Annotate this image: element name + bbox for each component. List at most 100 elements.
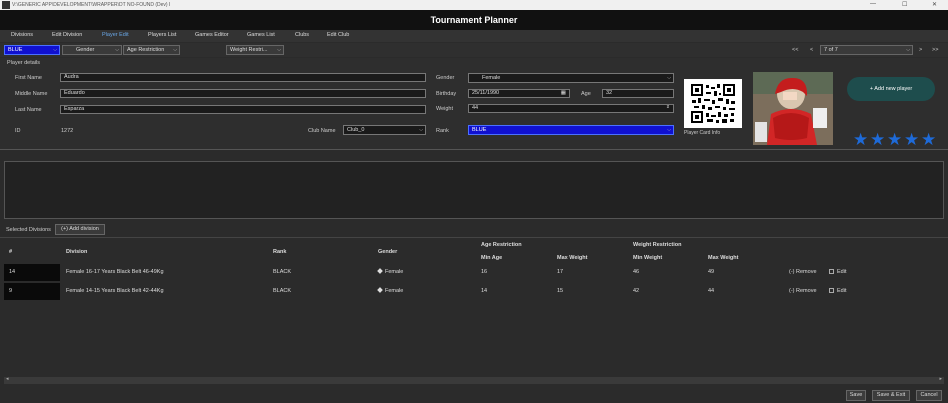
chevron-down-icon: ⌵ <box>419 127 423 133</box>
chevron-down-icon: ⌵ <box>173 47 177 53</box>
row-max-age: 15 <box>557 288 564 294</box>
column-min-weight-header: Min Weight <box>633 255 663 261</box>
notes-area[interactable] <box>4 161 944 219</box>
rank-filter-dropdown[interactable]: BLUE ⌵ <box>4 45 60 55</box>
weight-filter-value: Weight Restri... <box>230 47 268 53</box>
page-value: 7 of 7 <box>824 47 838 53</box>
first-name-label: First Name <box>15 75 42 81</box>
player-card-label: Player Card Info <box>684 130 721 136</box>
star-icon[interactable]: ★ <box>887 131 902 148</box>
page-select[interactable]: 7 of 7 ⌵ <box>820 45 913 55</box>
club-name-label: Club Name <box>308 128 336 134</box>
table-row[interactable]: 9 Female 14-15 Years Black Belt 42-44Kg … <box>4 283 944 300</box>
app-header: Tournament Planner <box>0 10 948 30</box>
divisions-grid: # Division Rank Gender Age Restriction M… <box>0 237 948 387</box>
calendar-icon[interactable]: ▦ <box>561 90 566 97</box>
column-age-group-header: Age Restriction <box>481 242 522 248</box>
column-gender-header: Gender <box>378 249 398 255</box>
row-gender: Female <box>377 287 404 294</box>
star-icon[interactable]: ★ <box>870 131 885 148</box>
gender-label: Gender <box>436 75 455 81</box>
next-page-button[interactable]: > <box>919 47 922 53</box>
tab-players-list[interactable]: Players List <box>148 32 176 38</box>
last-name-label: Last Name <box>15 107 42 113</box>
age-field: 32 <box>602 89 674 98</box>
tab-divisions[interactable]: Divisions <box>11 32 33 38</box>
cancel-button[interactable]: Cancel <box>916 390 942 401</box>
prev-page-button[interactable]: < <box>810 47 813 53</box>
row-gender-value: Female <box>385 288 404 294</box>
star-icon[interactable]: ★ <box>904 131 919 148</box>
weight-filter-dropdown[interactable]: Weight Restri... ⌵ <box>226 45 284 55</box>
row-min-weight: 42 <box>633 288 640 294</box>
row-gender-value: Female <box>385 269 404 275</box>
chevron-down-icon: ⌵ <box>277 47 281 53</box>
remove-button[interactable]: (-) Remove <box>789 269 817 275</box>
checkbox-icon <box>829 269 834 275</box>
player-photo <box>753 72 833 145</box>
edit-label: Edit <box>837 288 847 294</box>
scroll-left-icon[interactable]: ◂ <box>6 376 9 382</box>
main-tabs: Divisions Edit Division Player Edit Play… <box>0 30 948 42</box>
tab-clubs[interactable]: Clubs <box>295 32 309 38</box>
tab-games-editor[interactable]: Games Editor <box>195 32 229 38</box>
column-max-weight-header: Max Weight <box>708 255 739 261</box>
star-icon[interactable]: ★ <box>921 131 936 148</box>
window-title: V:\GENERIC APP\DEVELOPMENT\WRAPPER\DT NO… <box>12 2 171 8</box>
maximize-icon[interactable]: ☐ <box>902 1 907 8</box>
edit-label: Edit <box>837 269 847 275</box>
gender-select[interactable]: Female ⌵ <box>468 73 674 83</box>
app-icon <box>2 1 10 9</box>
row-division: Female 16-17 Years Black Belt 46-49Kg <box>66 269 164 275</box>
row-rank: BLACK <box>273 288 292 294</box>
row-id: 9 <box>9 288 13 294</box>
stepper-icon[interactable]: ⇕ <box>666 105 670 111</box>
tab-games-list[interactable]: Games List <box>247 32 275 38</box>
row-min-age: 14 <box>481 288 488 294</box>
tab-edit-club[interactable]: Edit Club <box>327 32 349 38</box>
rank-select[interactable]: BLUE ⌵ <box>468 125 674 135</box>
column-weight-group-header: Weight Restriction <box>633 242 682 248</box>
edit-button[interactable]: Edit <box>829 269 846 275</box>
add-division-button[interactable]: (+) Add division <box>55 224 105 235</box>
filter-bar: BLUE ⌵ Gender ⌵ Age Restriction ⌵ Weight Re… <box>0 43 948 57</box>
row-division: Female 14-15 Years Black Belt 42-44Kg <box>66 288 164 294</box>
last-page-button[interactable]: >> <box>932 47 938 53</box>
tab-edit-division[interactable]: Edit Division <box>52 32 82 38</box>
first-name-field[interactable]: Audra <box>60 73 426 82</box>
age-filter-value: Age Restriction <box>127 47 165 53</box>
row-max-weight: 44 <box>708 288 715 294</box>
row-min-age: 16 <box>481 269 488 275</box>
horizontal-scrollbar[interactable]: ◂ ▸ <box>4 376 944 384</box>
middle-name-label: Middle Name <box>15 91 48 97</box>
last-name-field[interactable]: Esparza <box>60 105 426 114</box>
column-rank-header: Rank <box>273 249 287 255</box>
column-num-header: # <box>9 249 13 255</box>
minimize-icon[interactable]: — <box>870 1 876 7</box>
edit-button[interactable]: Edit <box>829 288 846 294</box>
qr-code-icon <box>684 79 742 128</box>
first-page-button[interactable]: << <box>792 47 798 53</box>
checkbox-icon <box>829 288 834 294</box>
weight-value: 44 <box>472 105 479 111</box>
club-select[interactable]: Club_0 ⌵ <box>343 125 426 135</box>
row-gender: Female <box>377 268 404 275</box>
birthday-field[interactable]: 25/11/1990 ▦ <box>468 89 570 98</box>
close-icon[interactable]: ✕ <box>932 1 937 8</box>
middle-name-field[interactable]: Eduardo <box>60 89 426 98</box>
section-title: Player details <box>7 60 41 66</box>
star-icon[interactable]: ★ <box>853 131 868 148</box>
save-exit-button[interactable]: Save & Exit <box>872 390 910 401</box>
weight-field[interactable]: 44 ⇕ <box>468 104 674 113</box>
selected-divisions-bar: Selected Divisions (+) Add division <box>0 224 948 236</box>
scroll-right-icon[interactable]: ▸ <box>939 376 942 382</box>
add-new-player-button[interactable]: + Add new player <box>847 77 935 101</box>
tab-player-edit[interactable]: Player Edit <box>102 32 129 38</box>
gender-filter-dropdown[interactable]: Gender ⌵ <box>62 45 122 55</box>
save-button[interactable]: Save <box>846 390 866 401</box>
row-rank: BLACK <box>273 269 292 275</box>
remove-button[interactable]: (-) Remove <box>789 288 817 294</box>
table-row[interactable]: 14 Female 16-17 Years Black Belt 46-49Kg… <box>4 264 944 281</box>
age-label: Age <box>581 91 591 97</box>
age-filter-dropdown[interactable]: Age Restriction ⌵ <box>123 45 180 55</box>
